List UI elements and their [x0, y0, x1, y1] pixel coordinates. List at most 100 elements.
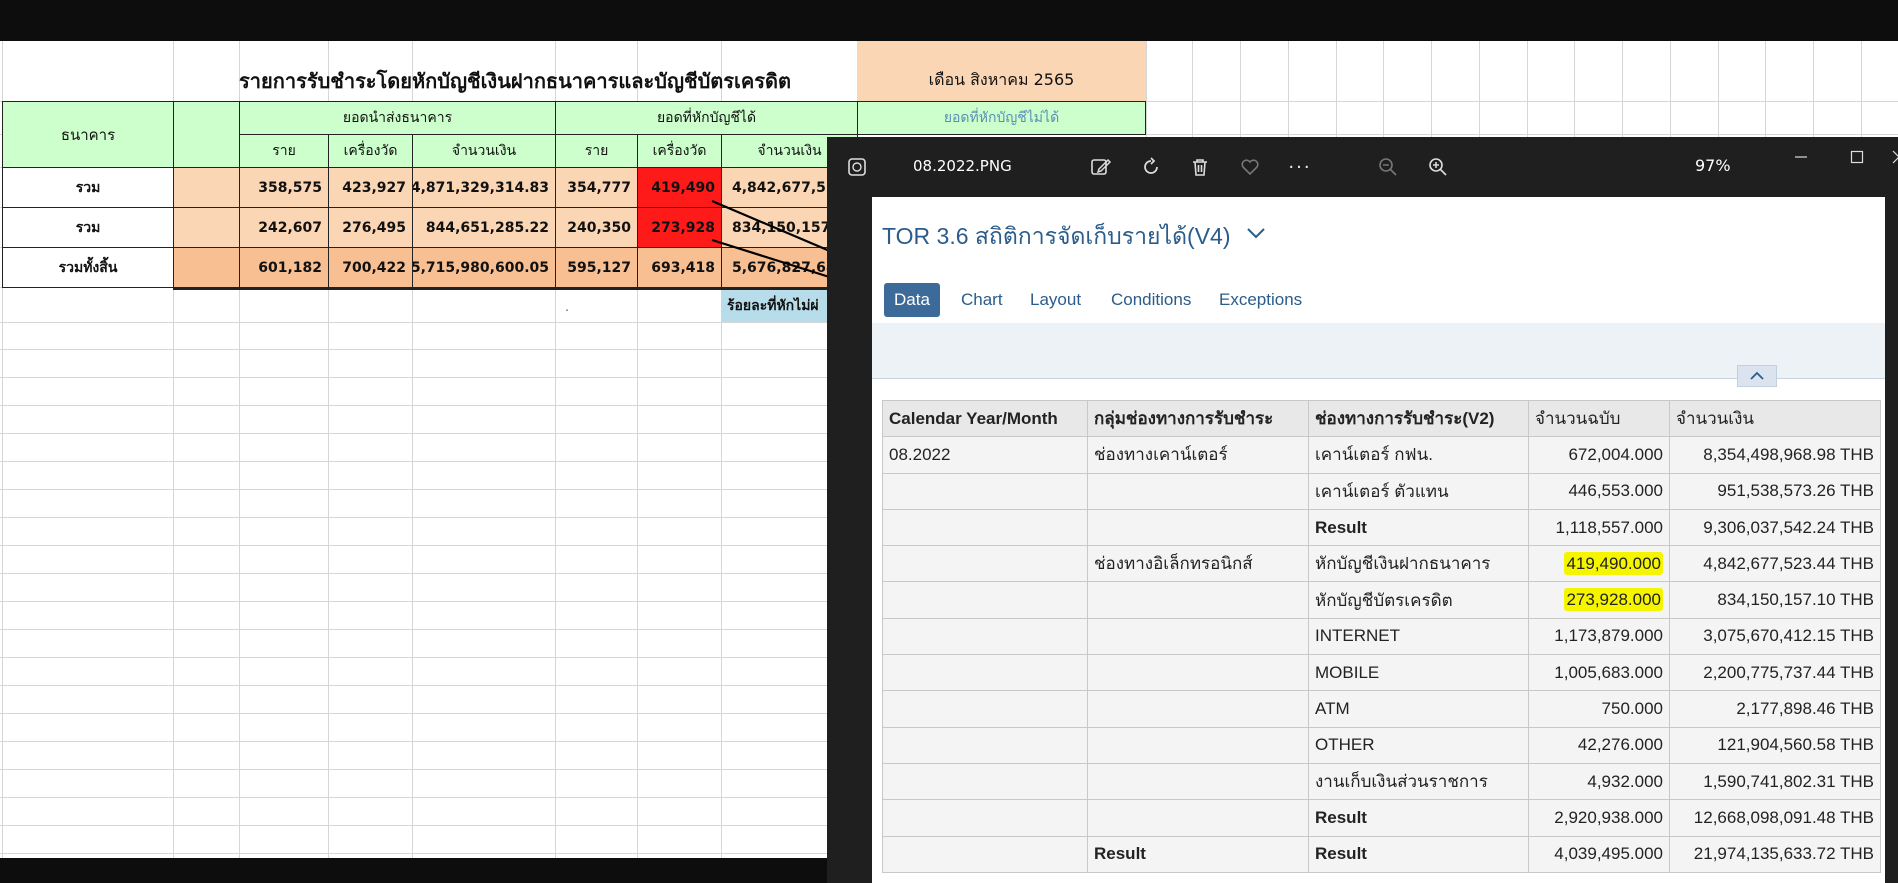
cell-month[interactable] — [882, 799, 1088, 837]
cell-amount[interactable]: 2,200,775,737.44 THB — [1669, 654, 1881, 692]
cell-group[interactable] — [1087, 762, 1309, 801]
cell-month[interactable] — [882, 617, 1088, 656]
cell-count[interactable]: 273,928.000 — [1528, 581, 1670, 619]
edit-icon[interactable] — [1085, 151, 1117, 183]
cell-month[interactable] — [882, 581, 1088, 619]
cell-count[interactable]: 4,039,495.000 — [1528, 835, 1670, 873]
cell-channel[interactable]: OTHER — [1308, 726, 1529, 764]
delete-icon[interactable] — [1184, 151, 1216, 183]
cell-month[interactable] — [882, 545, 1088, 583]
cell-channel[interactable]: Result — [1308, 835, 1529, 873]
cell-count[interactable]: 1,173,879.000 — [1528, 617, 1670, 656]
cell-amount[interactable]: 9,306,037,542.24 THB — [1669, 508, 1881, 547]
cell-amount[interactable]: 834,150,157.10 THB — [1669, 581, 1881, 619]
maximize-icon[interactable] — [1841, 141, 1873, 173]
cell-group[interactable] — [1087, 508, 1309, 547]
cell-amount[interactable]: 2,177,898.46 THB — [1669, 690, 1881, 728]
tab-exceptions[interactable]: Exceptions — [1219, 283, 1302, 317]
cell-month[interactable] — [882, 726, 1088, 764]
photo-viewer-window: 08.2022.PNG ··· 97% TOR 3.6 สถิติการจัดเ… — [827, 137, 1898, 883]
table-row: ช่องทางอิเล็กทรอนิกส์ หักบัญชีเงินฝากธนาค… — [882, 545, 1881, 583]
cell-group[interactable] — [1087, 726, 1309, 764]
cell-amount[interactable]: 4,842,677,523.44 THB — [1669, 545, 1881, 583]
cell-group[interactable]: ช่องทางเคาน์เตอร์ — [1087, 436, 1309, 474]
header-channel-group[interactable]: กลุ่มช่องทางการรับชำระ — [1087, 399, 1309, 438]
cell-channel[interactable]: หักบัญชีบัตรเครดิต — [1308, 581, 1529, 619]
table-row: งานเก็บเงินส่วนราชการ 4,932.000 1,590,741,… — [882, 762, 1881, 801]
table-row: 08.2022 ช่องทางเคาน์เตอร์ เคาน์เตอร์ กฟน. 6… — [882, 436, 1881, 474]
cell-channel[interactable]: งานเก็บเงินส่วนราชการ — [1308, 762, 1529, 801]
cell-count[interactable]: 446,553.000 — [1528, 472, 1670, 510]
favorite-icon[interactable] — [1234, 151, 1266, 183]
cell-channel[interactable]: INTERNET — [1308, 617, 1529, 656]
chevron-up-icon — [1750, 371, 1764, 380]
report-title: TOR 3.6 สถิติการจัดเก็บรายได้(V4) — [882, 223, 1231, 249]
zoom-out-icon[interactable] — [1372, 151, 1404, 183]
cell-group[interactable] — [1087, 617, 1309, 656]
rotate-icon[interactable] — [1135, 151, 1167, 183]
cell-count[interactable]: 672,004.000 — [1528, 436, 1670, 474]
table-row: Result Result 4,039,495.000 21,974,135,633.… — [882, 835, 1881, 873]
cell-amount[interactable]: 8,354,498,968.98 THB — [1669, 436, 1881, 474]
cell-group[interactable] — [1087, 799, 1309, 837]
cell-amount[interactable]: 121,904,560.58 THB — [1669, 726, 1881, 764]
cell-count[interactable]: 419,490.000 — [1528, 545, 1670, 583]
cell-group[interactable]: ช่องทางอิเล็กทรอนิกส์ — [1087, 545, 1309, 583]
cell-month[interactable] — [882, 690, 1088, 728]
cell-amount[interactable]: 1,590,741,802.31 THB — [1669, 762, 1881, 801]
minimize-icon[interactable] — [1785, 141, 1817, 173]
table-row: MOBILE 1,005,683.000 2,200,775,737.44 THB — [882, 654, 1881, 692]
header-count[interactable]: จำนวนฉบับ — [1528, 399, 1670, 438]
cell-channel[interactable]: MOBILE — [1308, 654, 1529, 692]
highlighted-count: 419,490.000 — [1564, 551, 1663, 575]
cell-channel[interactable]: เคาน์เตอร์ ตัวแทน — [1308, 472, 1529, 510]
cell-amount[interactable]: 3,075,670,412.15 THB — [1669, 617, 1881, 656]
cell-count[interactable]: 1,005,683.000 — [1528, 654, 1670, 692]
cell-channel[interactable]: Result — [1308, 508, 1529, 547]
cell-month[interactable]: 08.2022 — [882, 436, 1088, 474]
cell-month[interactable] — [882, 762, 1088, 801]
cell-amount[interactable]: 12,668,098,091.48 THB — [1669, 799, 1881, 837]
cell-group[interactable]: Result — [1087, 835, 1309, 873]
cell-group[interactable] — [1087, 581, 1309, 619]
cell-count[interactable]: 4,932.000 — [1528, 762, 1670, 801]
close-icon[interactable] — [1883, 141, 1898, 173]
cell-month[interactable] — [882, 508, 1088, 547]
cell-amount[interactable]: 951,538,573.26 THB — [1669, 472, 1881, 510]
highlighted-count: 273,928.000 — [1564, 588, 1663, 612]
zoom-in-icon[interactable] — [1422, 151, 1454, 183]
cell-amount[interactable]: 21,974,135,633.72 THB — [1669, 835, 1881, 873]
collapse-panel-button[interactable] — [1737, 365, 1777, 387]
displayed-image: TOR 3.6 สถิติการจัดเก็บรายได้(V4) Data C… — [872, 197, 1885, 883]
cell-group[interactable] — [1087, 472, 1309, 510]
header-calendar-month[interactable]: Calendar Year/Month — [882, 399, 1088, 438]
cell-month[interactable] — [882, 654, 1088, 692]
tab-layout[interactable]: Layout — [1030, 283, 1081, 317]
cell-count[interactable]: 42,276.000 — [1528, 726, 1670, 764]
cell-group[interactable] — [1087, 654, 1309, 692]
table-row: Result 1,118,557.000 9,306,037,542.24 THB — [882, 508, 1881, 547]
tab-conditions[interactable]: Conditions — [1111, 283, 1191, 317]
image-icon[interactable] — [841, 151, 873, 183]
cell-channel[interactable]: ATM — [1308, 690, 1529, 728]
zoom-level[interactable]: 97% — [1695, 156, 1731, 175]
cell-month[interactable] — [882, 472, 1088, 510]
table-row: Result 2,920,938.000 12,668,098,091.48 THB — [882, 799, 1881, 837]
table-row: หักบัญชีบัตรเครดิต 273,928.000 834,150,157… — [882, 581, 1881, 619]
cell-channel[interactable]: Result — [1308, 799, 1529, 837]
cell-channel[interactable]: เคาน์เตอร์ กฟน. — [1308, 436, 1529, 474]
cell-count[interactable]: 1,118,557.000 — [1528, 508, 1670, 547]
cell-count[interactable]: 750.000 — [1528, 690, 1670, 728]
cell-month[interactable] — [882, 835, 1088, 873]
more-icon[interactable]: ··· — [1284, 151, 1316, 183]
header-amount[interactable]: จำนวนเงิน — [1669, 399, 1881, 438]
filter-panel — [872, 323, 1885, 379]
cell-channel[interactable]: หักบัญชีเงินฝากธนาคาร — [1308, 545, 1529, 583]
table-row: ATM 750.000 2,177,898.46 THB — [882, 690, 1881, 728]
tab-chart[interactable]: Chart — [961, 283, 1003, 317]
header-channel[interactable]: ช่องทางการรับชำระ(V2) — [1308, 399, 1529, 438]
cell-count[interactable]: 2,920,938.000 — [1528, 799, 1670, 837]
tab-data[interactable]: Data — [884, 283, 940, 317]
chevron-down-icon[interactable] — [1245, 222, 1267, 244]
cell-group[interactable] — [1087, 690, 1309, 728]
